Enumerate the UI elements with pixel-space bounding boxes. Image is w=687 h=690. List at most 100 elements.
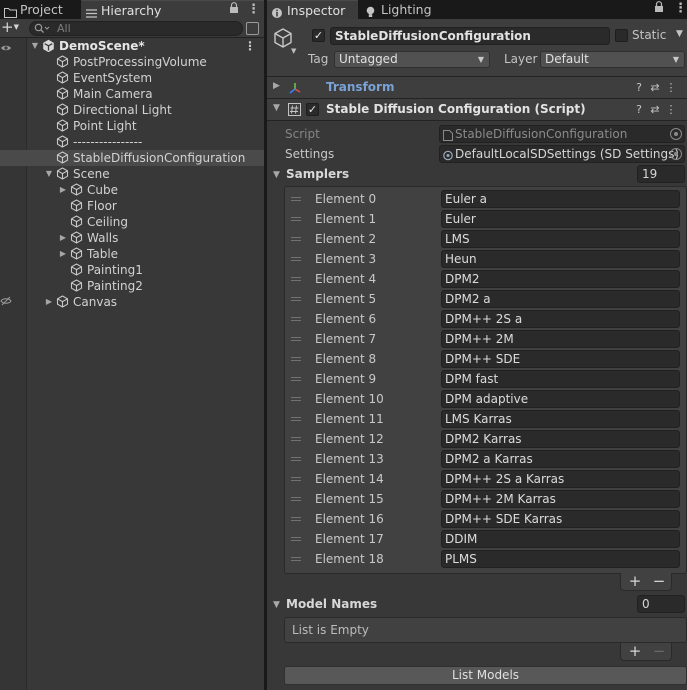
tab-menu-icon[interactable]: ⋮	[247, 2, 260, 18]
element-value-field[interactable]: Heun	[441, 250, 680, 268]
drag-handle-icon[interactable]	[291, 537, 301, 541]
presets-icon[interactable]: ⇄	[647, 81, 663, 94]
hierarchy-item[interactable]: PostProcessingVolume	[0, 54, 264, 70]
model-names-remove-button[interactable]: −	[649, 643, 669, 660]
script-enabled-checkbox[interactable]: ✓	[306, 103, 319, 116]
drag-handle-icon[interactable]	[291, 257, 301, 261]
element-value-field[interactable]: DPM adaptive	[441, 390, 680, 408]
drag-handle-icon[interactable]	[291, 197, 301, 201]
hierarchy-item[interactable]: Painting1	[0, 262, 264, 278]
element-value-field[interactable]: DDIM	[441, 530, 680, 548]
samplers-add-button[interactable]: +	[625, 573, 645, 590]
hierarchy-item[interactable]: Main Camera	[0, 86, 264, 102]
model-names-size-field[interactable]: 0	[637, 595, 685, 613]
icon-dropdown-arrow-icon[interactable]: ▼	[291, 47, 296, 55]
help-icon[interactable]: ?	[631, 103, 647, 116]
script-component-header[interactable]: ▼ ✓ Stable Diffusion Configuration (Scri…	[267, 99, 687, 121]
model-names-fold-icon[interactable]: ▼	[273, 600, 280, 610]
layer-dropdown[interactable]: Default ▼	[540, 51, 685, 68]
drag-handle-icon[interactable]	[291, 297, 301, 301]
hierarchy-item[interactable]: ▼ Scene	[0, 166, 264, 182]
add-object-button[interactable]: +▼	[1, 20, 25, 36]
element-value-field[interactable]: DPM++ 2M	[441, 330, 680, 348]
static-checkbox[interactable]	[615, 29, 628, 42]
element-value-field[interactable]: DPM++ SDE Karras	[441, 510, 680, 528]
fold-closed-icon[interactable]: ▶	[58, 246, 68, 262]
hierarchy-item[interactable]: Ceiling	[0, 214, 264, 230]
static-dropdown-icon[interactable]: ▼	[676, 29, 683, 39]
tab-project[interactable]: Project	[0, 0, 80, 19]
element-value-field[interactable]: LMS	[441, 230, 680, 248]
object-picker-icon[interactable]	[670, 148, 682, 160]
element-value-field[interactable]: DPM2 Karras	[441, 430, 680, 448]
element-value-field[interactable]: DPM2	[441, 270, 680, 288]
drag-handle-icon[interactable]	[291, 457, 301, 461]
scene-menu-icon[interactable]: ⋮	[244, 38, 256, 54]
hierarchy-item[interactable]: Floor	[0, 198, 264, 214]
hierarchy-item[interactable]: Point Light	[0, 118, 264, 134]
drag-handle-icon[interactable]	[291, 477, 301, 481]
model-names-add-button[interactable]: +	[625, 643, 645, 660]
presets-icon[interactable]: ⇄	[647, 103, 663, 116]
script-field[interactable]: StableDiffusionConfiguration	[439, 125, 685, 143]
drag-handle-icon[interactable]	[291, 277, 301, 281]
element-value-field[interactable]: PLMS	[441, 550, 680, 568]
tab-lighting[interactable]: Lighting	[361, 0, 451, 19]
fold-closed-icon[interactable]: ▶	[58, 182, 68, 198]
search-input[interactable]	[57, 22, 237, 35]
tab-hierarchy[interactable]: Hierarchy ⋮	[81, 0, 264, 19]
hierarchy-item[interactable]: ----------------	[0, 134, 264, 150]
drag-handle-icon[interactable]	[291, 317, 301, 321]
fold-open-icon[interactable]: ▼	[30, 38, 40, 54]
element-value-field[interactable]: DPM++ SDE	[441, 350, 680, 368]
tag-dropdown[interactable]: Untagged ▼	[334, 51, 490, 68]
component-menu-icon[interactable]: ⋮	[663, 103, 679, 116]
drag-handle-icon[interactable]	[291, 497, 301, 501]
search-options-icon[interactable]	[246, 22, 259, 35]
element-value-field[interactable]: DPM++ 2S a	[441, 310, 680, 328]
fold-closed-icon[interactable]: ▶	[273, 81, 280, 91]
hierarchy-item[interactable]: Painting2	[0, 278, 264, 294]
list-models-button[interactable]: List Models	[284, 666, 687, 685]
inspector-menu-icon[interactable]: ⋮	[674, 1, 687, 17]
element-value-field[interactable]: DPM++ 2S a Karras	[441, 470, 680, 488]
inspector-lock-icon[interactable]	[654, 1, 664, 18]
samplers-fold-icon[interactable]: ▼	[273, 170, 280, 180]
help-icon[interactable]: ?	[631, 81, 647, 94]
drag-handle-icon[interactable]	[291, 437, 301, 441]
model-names-label[interactable]: Model Names	[286, 597, 377, 611]
drag-handle-icon[interactable]	[291, 417, 301, 421]
element-value-field[interactable]: DPM2 a	[441, 290, 680, 308]
drag-handle-icon[interactable]	[291, 237, 301, 241]
element-value-field[interactable]: LMS Karras	[441, 410, 680, 428]
transform-component-header[interactable]: ▶ Transform ? ⇄ ⋮	[267, 77, 687, 99]
samplers-size-field[interactable]: 19	[637, 165, 685, 183]
element-value-field[interactable]: DPM2 a Karras	[441, 450, 680, 468]
search-box[interactable]	[29, 21, 243, 36]
drag-handle-icon[interactable]	[291, 337, 301, 341]
drag-handle-icon[interactable]	[291, 557, 301, 561]
element-value-field[interactable]: Euler a	[441, 190, 680, 208]
element-value-field[interactable]: Euler	[441, 210, 680, 228]
settings-field[interactable]: DefaultLocalSDSettings (SD Settings)	[439, 145, 685, 163]
hierarchy-item[interactable]: ▶ Canvas	[0, 294, 264, 310]
active-checkbox[interactable]: ✓	[312, 29, 325, 42]
hierarchy-item[interactable]: EventSystem	[0, 70, 264, 86]
hierarchy-item[interactable]: ▶ Cube	[0, 182, 264, 198]
drag-handle-icon[interactable]	[291, 357, 301, 361]
hierarchy-item[interactable]: StableDiffusionConfiguration	[0, 150, 264, 166]
samplers-remove-button[interactable]: −	[649, 573, 669, 590]
element-value-field[interactable]: DPM++ 2M Karras	[441, 490, 680, 508]
component-menu-icon[interactable]: ⋮	[663, 81, 679, 94]
fold-closed-icon[interactable]: ▶	[58, 230, 68, 246]
samplers-label[interactable]: Samplers	[286, 167, 349, 181]
drag-handle-icon[interactable]	[291, 217, 301, 221]
tab-inspector[interactable]: Inspector	[267, 0, 358, 19]
hierarchy-item[interactable]: Directional Light	[0, 102, 264, 118]
drag-handle-icon[interactable]	[291, 377, 301, 381]
element-value-field[interactable]: DPM fast	[441, 370, 680, 388]
fold-open-icon[interactable]: ▼	[44, 166, 54, 182]
hierarchy-item[interactable]: ▶ Table	[0, 246, 264, 262]
lock-icon[interactable]	[229, 2, 239, 19]
object-name-field[interactable]: StableDiffusionConfiguration	[330, 27, 610, 45]
